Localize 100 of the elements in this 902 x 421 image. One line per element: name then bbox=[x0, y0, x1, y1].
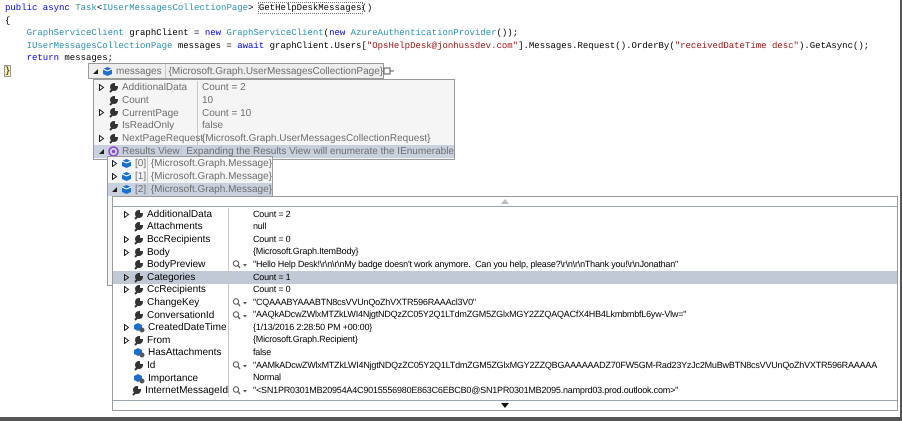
code-token: graphClient = bbox=[128, 28, 200, 38]
item-index: [1] bbox=[135, 170, 146, 184]
code-token: ).GetAsync(); bbox=[798, 40, 870, 50]
expander-icon[interactable] bbox=[123, 248, 130, 256]
property-value: "AAMkADcwZWlxMTZkLWI4NjgtNDQzZC05Y2Q1LTdmZGM5ZGlxMGY2ZZQBGAAAAAADZ70FW5GM-Rad23YzJc2MuBwBTN8csVVUnQoZhVXTR596RAAAAA bbox=[253, 358, 877, 372]
detail-row[interactable]: Attachments null bbox=[113, 220, 897, 234]
property-name: Count bbox=[122, 94, 149, 108]
member-row[interactable]: CurrentPage Count = 10 bbox=[94, 106, 454, 120]
expander-icon[interactable] bbox=[123, 336, 130, 344]
property-name: Body bbox=[147, 246, 170, 260]
item-index: [2] bbox=[135, 183, 146, 197]
expander-icon[interactable] bbox=[98, 135, 105, 142]
expander-icon[interactable] bbox=[123, 324, 130, 332]
wrench-icon bbox=[108, 82, 119, 93]
code-token: await bbox=[237, 40, 266, 50]
code-token: messages; bbox=[64, 53, 114, 63]
code-token: < bbox=[96, 3, 102, 13]
wrench-icon bbox=[108, 107, 119, 118]
code-token: public async bbox=[5, 3, 71, 13]
detail-row[interactable]: ConversationId "AAQkADcwZWlxMTZkLWI4NjgtNDQzZC05Y2Q1LTdmZGM5ZGlxMGY2ZZQAQACfX4HB4LkmbmbfL6yw-Vlw=" bbox=[113, 308, 897, 322]
wrench-icon bbox=[133, 272, 144, 283]
cube-icon bbox=[121, 184, 132, 195]
magnifier-dropdown-icon[interactable] bbox=[232, 310, 248, 320]
member-row[interactable]: Count 10 bbox=[94, 94, 454, 107]
property-value: Normal bbox=[253, 371, 281, 384]
property-value: null bbox=[253, 220, 266, 234]
property-name: ConversationId bbox=[147, 308, 214, 322]
code-token: new bbox=[329, 28, 346, 38]
property-value: Count = 2 bbox=[253, 208, 290, 221]
expander-icon[interactable] bbox=[123, 274, 130, 281]
expander-icon[interactable] bbox=[123, 236, 130, 243]
property-value: Count = 10 bbox=[201, 106, 252, 120]
property-name: NextPageRequest bbox=[122, 132, 204, 146]
wrench-icon bbox=[133, 296, 144, 308]
detail-row[interactable]: From {Microsoft.Graph.Recipient} bbox=[113, 334, 897, 347]
result-row[interactable]: [0] {Microsoft.Graph.Message} bbox=[108, 157, 272, 170]
detail-row[interactable]: HasAttachments false bbox=[113, 346, 897, 360]
property-name: From bbox=[147, 334, 170, 348]
code-token: "receivedDateTime desc" bbox=[674, 40, 799, 50]
code-token: GetHelpDeskMessages bbox=[258, 3, 362, 13]
property-name: BccRecipients bbox=[147, 232, 210, 247]
property-name: ChangeKey bbox=[147, 296, 200, 310]
wrench-icon bbox=[133, 284, 144, 296]
expander-icon[interactable] bbox=[98, 109, 105, 116]
code-token: AzureAuthenticationProvider bbox=[350, 28, 496, 38]
property-value: false bbox=[201, 119, 224, 134]
expander-icon[interactable] bbox=[123, 210, 130, 218]
item-value: {Microsoft.Graph.Message} bbox=[150, 183, 272, 197]
property-name: HasAttachments bbox=[148, 346, 222, 360]
cube-badge-icon bbox=[133, 347, 145, 358]
code-token: Task bbox=[75, 3, 97, 13]
expander-icon[interactable] bbox=[123, 286, 130, 294]
property-value: Count = 0 bbox=[253, 283, 290, 296]
expander-icon[interactable] bbox=[111, 186, 118, 193]
property-name: AdditionalData bbox=[122, 80, 188, 95]
code-token: IUserMessagesCollectionPage bbox=[26, 40, 172, 50]
expander-icon[interactable] bbox=[92, 68, 99, 74]
magnifier-dropdown-icon[interactable] bbox=[232, 386, 248, 396]
up-arrow-icon bbox=[501, 199, 509, 204]
code-token: GraphServiceClient bbox=[226, 28, 324, 38]
detail-row[interactable]: CcRecipients Count = 0 bbox=[113, 284, 897, 296]
code-token: { bbox=[5, 16, 10, 26]
property-name: AdditionalData bbox=[147, 208, 212, 222]
detail-row[interactable]: CreatedDateTime {1/13/2016 2:28:50 PM +00:00} bbox=[113, 321, 897, 334]
detail-row[interactable]: ChangeKey "CQAAABYAAABTN8csVVUnQoZhVXTR596RAAAcl3V0" bbox=[113, 296, 897, 309]
property-name: CurrentPage bbox=[122, 106, 179, 120]
item-value: {Microsoft.Graph.Message} bbox=[150, 157, 272, 171]
magnifier-dropdown-icon[interactable] bbox=[232, 298, 248, 307]
detail-row[interactable]: AdditionalData Count = 2 bbox=[113, 208, 897, 221]
detail-row[interactable]: Importance Normal bbox=[113, 372, 897, 384]
property-value: {Microsoft.Graph.ItemBody} bbox=[253, 245, 358, 258]
detail-row[interactable]: Id "AAMkADcwZWlxMTZkLWI4NjgtNDQzZC05Y2Q1LTdmZGM5ZGlxMGY2ZZQBGAAAAAADZ70FW5GM-Rad23YzJc2MuBwBTN8csVVUnQoZhVXTR596RAAAAA bbox=[113, 359, 897, 372]
detail-row[interactable]: BccRecipients Count = 0 bbox=[113, 233, 897, 246]
expander-icon[interactable] bbox=[98, 84, 105, 91]
member-row[interactable]: AdditionalData Count = 2 bbox=[94, 81, 454, 94]
expander-icon[interactable] bbox=[111, 173, 118, 180]
property-value: "Hello Help Desk!\r\n\r\nMy badge doesn't work anymore. Can you help, please?\r\n\r\nThank you!\r\nJonathan" bbox=[253, 258, 678, 271]
pin-icon[interactable] bbox=[383, 67, 396, 75]
expander-icon[interactable] bbox=[111, 160, 118, 167]
property-name: CcRecipients bbox=[147, 283, 206, 298]
property-value: false bbox=[253, 346, 272, 360]
expander-icon[interactable] bbox=[98, 148, 105, 155]
detail-row[interactable]: Categories Count = 1 bbox=[113, 270, 897, 284]
property-name: Attachments bbox=[147, 220, 203, 234]
member-row[interactable]: IsReadOnly false bbox=[94, 119, 454, 132]
wrench-icon bbox=[133, 246, 144, 258]
code-token: messages = bbox=[176, 40, 233, 50]
property-value: {Microsoft.Graph.Recipient} bbox=[253, 333, 358, 346]
code-token: ].Messages.Request().OrderBy( bbox=[518, 40, 675, 50]
property-value: "CQAAABYAAABTN8csVVUnQoZhVXTR596RAAAcl3V0" bbox=[253, 296, 476, 309]
variable-name: messages bbox=[116, 64, 162, 78]
detail-row[interactable]: InternetMessageId "<SN1PR0301MB20954A4C9015556980E863C6EBCB0@SN1PR0301MB2095.namprd03.prod.outlook.com>" bbox=[113, 384, 897, 397]
property-value: Expanding the Results View will enumerate the IEnumerable bbox=[185, 144, 454, 158]
wrench-icon bbox=[108, 94, 119, 106]
cube-badge-icon bbox=[133, 322, 145, 334]
magnifier-dropdown-icon[interactable] bbox=[232, 260, 248, 270]
property-value: "<SN1PR0301MB20954A4C9015556980E863C6EBCB0@SN1PR0301MB2095.namprd03.prod.outlook.com>" bbox=[253, 384, 678, 397]
magnifier-dropdown-icon[interactable] bbox=[232, 360, 248, 370]
variable-value: {Microsoft.Graph.UserMessagesCollectionPage} bbox=[168, 64, 384, 78]
detail-row[interactable]: Body {Microsoft.Graph.ItemBody} bbox=[113, 246, 897, 258]
